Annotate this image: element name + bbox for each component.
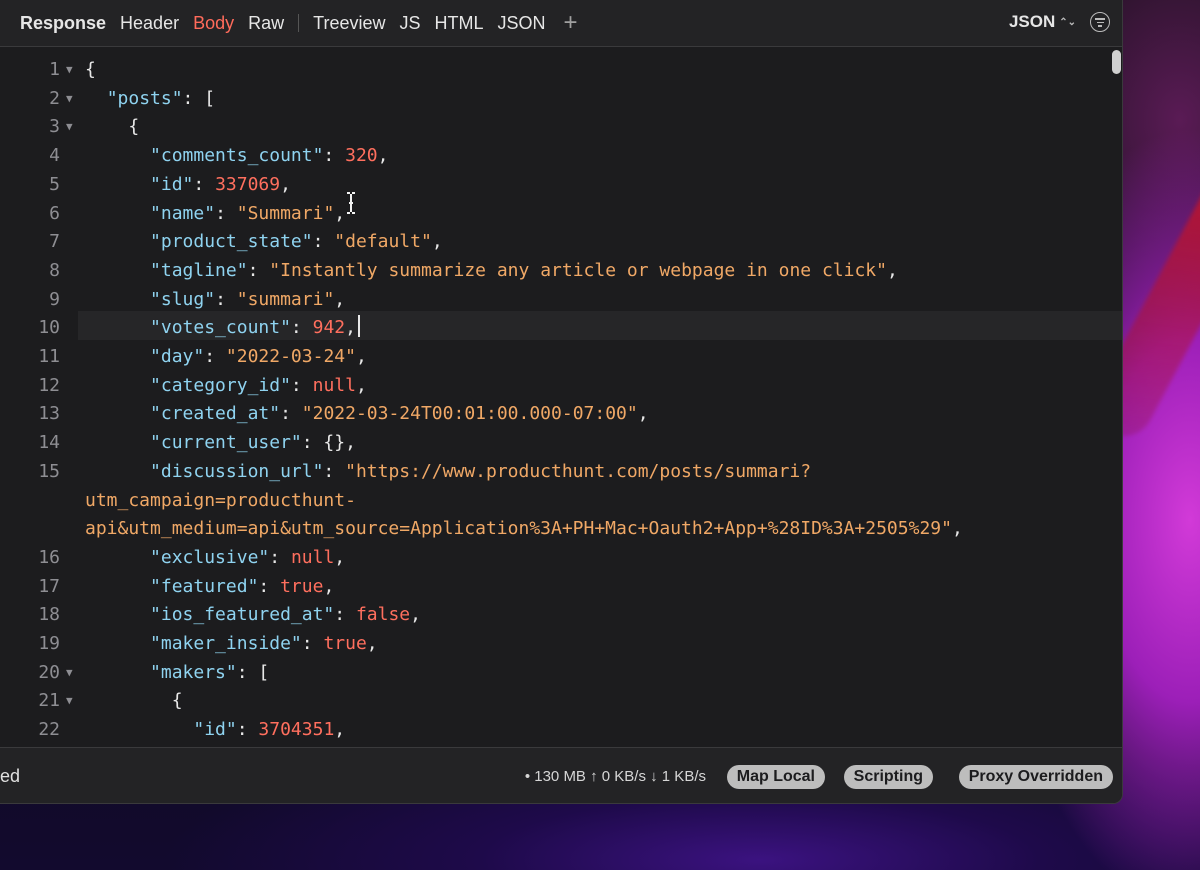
code-text: "tagline": "Instantly summarize any arti… [150,259,898,281]
status-left-text: ed [0,766,21,786]
map-local-button[interactable]: Map Local [726,765,825,789]
line-number: 16 [38,546,60,568]
response-tab-bar: Response Header Body Raw Treeview JS HTM… [0,0,1122,47]
code-text: "slug": "summari", [150,288,346,310]
add-tab-icon[interactable]: + [564,11,578,35]
fold-arrow-icon[interactable]: ▼ [66,55,73,84]
fold-arrow-icon[interactable]: ▼ [66,84,73,113]
line-number: 2 [49,87,60,109]
text-cursor-icon [347,192,355,214]
json-editor[interactable]: 1 ▼ {2 ▼ "posts": [ 3 ▼ {4 "comments_count": … [0,47,1122,747]
tab-html[interactable]: HTML [435,13,484,34]
line-number: 21 [38,690,60,712]
line-number: 13 [38,403,60,425]
code-text: "product_state": "default", [150,231,443,253]
code-text: { [85,116,140,138]
line-number: 18 [38,604,60,626]
line-number: 22 [38,719,60,741]
scrollbar-thumb[interactable] [1112,50,1121,74]
network-stats: • 130 MB ↑ 0 KB/s ↓ 1 KB/s [524,768,706,785]
code-text: "created_at": "2022-03-24T00:01:00.000-0… [150,403,649,425]
code-text: "votes_count": 942, [85,313,360,342]
code-text: "makers": [ [150,661,270,683]
line-number: 12 [38,374,60,396]
scripting-button[interactable]: Scripting [843,765,933,789]
tab-treeview[interactable]: Treeview [313,13,385,34]
line-number: 20 [38,661,60,683]
scrollbar[interactable] [1108,47,1122,747]
status-bar: ed • 130 MB ↑ 0 KB/s ↓ 1 KB/s Map Local … [0,747,1122,803]
response-panel: Response Header Body Raw Treeview JS HTM… [0,0,1123,804]
line-number: 14 [38,432,60,454]
line-number: 6 [49,202,60,224]
fold-arrow-icon[interactable]: ▼ [66,112,73,141]
code-text: "ios_featured_at": false, [150,604,421,626]
code-text: "current_user": {}, [150,432,356,454]
code-text: "maker_inside": true, [150,633,378,654]
tab-divider [298,14,300,32]
line-number: 4 [49,145,60,167]
tab-body[interactable]: Body [193,13,234,34]
line-number: 11 [38,346,60,367]
format-label: JSON [1008,12,1056,31]
code-text: "posts": [ [106,87,216,109]
fold-arrow-icon[interactable]: ▼ [66,658,73,687]
code-text: { [85,690,183,712]
code-text: "day": "2022-03-24", [150,346,367,367]
code-text: "id": 3704351, [193,719,346,741]
response-title: Response [20,12,107,33]
code-text: api&utm_medium=api&utm_source=Applicatio… [85,518,963,540]
code-text: "exclusive": null, [150,546,346,568]
code-text: "discussion_url": "https://www.producthu… [150,460,812,482]
line-number: 1 [49,59,60,80]
line-number: 8 [49,259,60,281]
tab-json[interactable]: JSON [498,13,546,34]
line-number: 17 [38,575,60,597]
code-text: "comments_count": 320, [150,145,389,167]
line-number: 9 [49,288,60,310]
code-text: "category_id": null, [150,374,367,396]
caret [357,315,360,338]
code-text: { [85,59,96,80]
line-number: 7 [49,231,60,253]
filter-icon[interactable] [1090,12,1110,32]
chevron-updown-icon: ⌃⌄ [1059,17,1076,28]
format-selector[interactable]: JSON ⌃⌄ [1009,12,1076,32]
code-text: "featured": true, [150,575,335,597]
line-number: 10 [38,317,60,339]
tab-js[interactable]: JS [399,13,420,34]
fold-arrow-icon[interactable]: ▼ [66,686,73,715]
code-text: "name": "Summari", [150,202,346,224]
code-text: "id": 337069, [150,173,291,195]
line-number: 3 [49,116,60,138]
line-number: 15 [38,460,60,482]
code-text: utm_campaign=producthunt- [85,489,356,511]
tab-raw[interactable]: Raw [248,13,284,34]
line-number: 5 [49,173,60,195]
line-number: 19 [38,633,60,654]
tab-header[interactable]: Header [120,13,179,34]
proxy-overridden-button[interactable]: Proxy Overridden [958,765,1113,789]
